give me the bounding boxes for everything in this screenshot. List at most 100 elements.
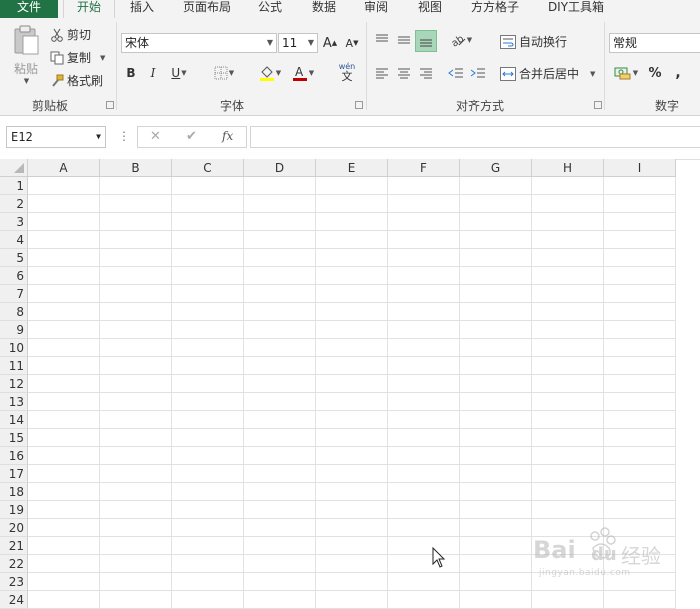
column-header[interactable]: E (316, 159, 388, 177)
cell-A7[interactable] (28, 285, 100, 303)
cell-H13[interactable] (532, 393, 604, 411)
cell-E17[interactable] (316, 465, 388, 483)
cell-B21[interactable] (100, 537, 172, 555)
cell-E13[interactable] (316, 393, 388, 411)
cell-G9[interactable] (460, 321, 532, 339)
insert-function-icon[interactable]: fx (222, 129, 233, 143)
cell-D9[interactable] (244, 321, 316, 339)
cell-A19[interactable] (28, 501, 100, 519)
align-left-button[interactable] (372, 63, 392, 83)
cell-D11[interactable] (244, 357, 316, 375)
tab-0[interactable]: 文件 (0, 0, 58, 18)
chevron-down-icon[interactable]: ▼ (590, 70, 595, 78)
number-format-select[interactable]: 常规 (609, 33, 700, 53)
cell-A14[interactable] (28, 411, 100, 429)
cell-G5[interactable] (460, 249, 532, 267)
tab-5[interactable]: 数据 (302, 0, 346, 18)
chevron-down-icon[interactable]: ▼ (24, 77, 29, 85)
cell-F20[interactable] (388, 519, 460, 537)
cell-A11[interactable] (28, 357, 100, 375)
cell-B23[interactable] (100, 573, 172, 591)
cell-F14[interactable] (388, 411, 460, 429)
cell-D17[interactable] (244, 465, 316, 483)
cell-G4[interactable] (460, 231, 532, 249)
row-header[interactable]: 19 (0, 501, 28, 519)
cell-G10[interactable] (460, 339, 532, 357)
cell-C23[interactable] (172, 573, 244, 591)
cell-I15[interactable] (604, 429, 676, 447)
cell-G11[interactable] (460, 357, 532, 375)
cell-I11[interactable] (604, 357, 676, 375)
tab-6[interactable]: 审阅 (346, 0, 406, 18)
row-header[interactable]: 2 (0, 195, 28, 213)
cell-C8[interactable] (172, 303, 244, 321)
cell-B10[interactable] (100, 339, 172, 357)
cell-H12[interactable] (532, 375, 604, 393)
cell-I9[interactable] (604, 321, 676, 339)
cell-C12[interactable] (172, 375, 244, 393)
cell-F6[interactable] (388, 267, 460, 285)
cell-B4[interactable] (100, 231, 172, 249)
cell-A16[interactable] (28, 447, 100, 465)
cell-A5[interactable] (28, 249, 100, 267)
merge-center-button[interactable]: 合并后居中 ▼ (500, 65, 595, 82)
row-header[interactable]: 9 (0, 321, 28, 339)
cell-D18[interactable] (244, 483, 316, 501)
cell-F21[interactable] (388, 537, 460, 555)
name-box[interactable]: E12 ▼ (6, 126, 106, 148)
cell-I24[interactable] (604, 591, 676, 609)
cell-G20[interactable] (460, 519, 532, 537)
cell-C14[interactable] (172, 411, 244, 429)
tab-7[interactable]: 视图 (408, 0, 452, 18)
cell-H19[interactable] (532, 501, 604, 519)
column-header[interactable]: G (460, 159, 532, 177)
cell-B15[interactable] (100, 429, 172, 447)
cell-H11[interactable] (532, 357, 604, 375)
cell-F17[interactable] (388, 465, 460, 483)
cell-E14[interactable] (316, 411, 388, 429)
cell-G24[interactable] (460, 591, 532, 609)
increase-indent-button[interactable] (468, 63, 488, 83)
cell-C15[interactable] (172, 429, 244, 447)
column-header[interactable]: H (532, 159, 604, 177)
cell-F19[interactable] (388, 501, 460, 519)
cell-C4[interactable] (172, 231, 244, 249)
tab-8[interactable]: 方方格子 (454, 0, 536, 18)
align-center-button[interactable] (394, 63, 414, 83)
cell-I4[interactable] (604, 231, 676, 249)
cell-A13[interactable] (28, 393, 100, 411)
cell-G2[interactable] (460, 195, 532, 213)
cell-E5[interactable] (316, 249, 388, 267)
cell-G14[interactable] (460, 411, 532, 429)
cell-D16[interactable] (244, 447, 316, 465)
cell-B2[interactable] (100, 195, 172, 213)
cell-F3[interactable] (388, 213, 460, 231)
cell-C2[interactable] (172, 195, 244, 213)
percent-style-button[interactable]: % (645, 63, 665, 83)
cell-H1[interactable] (532, 177, 604, 195)
cell-G17[interactable] (460, 465, 532, 483)
underline-button[interactable]: U ▼ (165, 63, 193, 83)
italic-button[interactable]: I (143, 63, 163, 83)
cell-H5[interactable] (532, 249, 604, 267)
cell-E12[interactable] (316, 375, 388, 393)
cell-G23[interactable] (460, 573, 532, 591)
cell-D6[interactable] (244, 267, 316, 285)
font-color-button[interactable]: A ▼ (286, 63, 320, 83)
cell-I17[interactable] (604, 465, 676, 483)
cell-A2[interactable] (28, 195, 100, 213)
bold-button[interactable]: B (121, 63, 141, 83)
cell-A12[interactable] (28, 375, 100, 393)
cell-A3[interactable] (28, 213, 100, 231)
cell-C20[interactable] (172, 519, 244, 537)
row-header[interactable]: 3 (0, 213, 28, 231)
cell-E10[interactable] (316, 339, 388, 357)
cell-F10[interactable] (388, 339, 460, 357)
cell-D3[interactable] (244, 213, 316, 231)
cell-C9[interactable] (172, 321, 244, 339)
cell-B17[interactable] (100, 465, 172, 483)
font-name-select[interactable]: 宋体 ▼ (121, 33, 277, 53)
tab-3[interactable]: 页面布局 (168, 0, 246, 18)
align-right-button[interactable] (416, 63, 436, 83)
cell-H10[interactable] (532, 339, 604, 357)
